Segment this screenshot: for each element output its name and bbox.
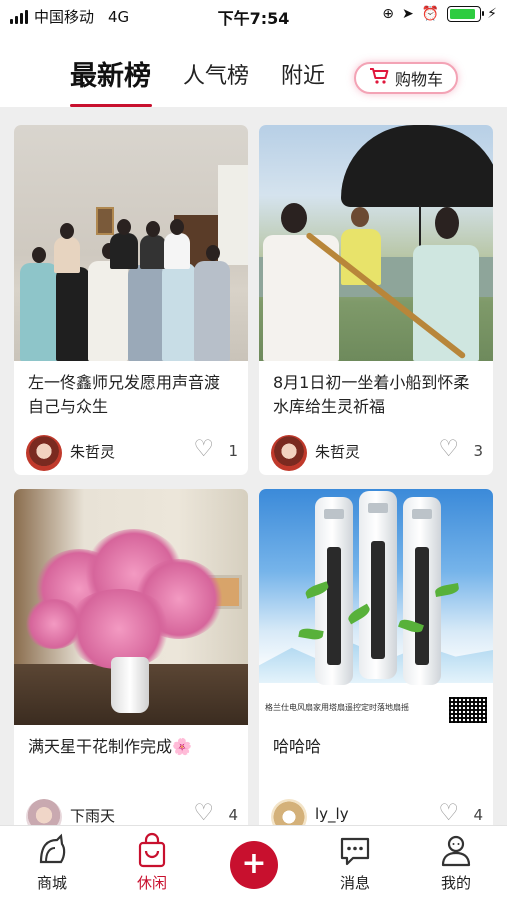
post-card[interactable]: 左一佟鑫师兄发愿用声音渡自己与众生 朱哲灵 ♡ 1 bbox=[14, 125, 248, 475]
nav-profile-label: 我的 bbox=[440, 874, 471, 892]
like-count: 3 bbox=[473, 442, 483, 460]
post-meta: 朱哲灵 ♡ 1 bbox=[14, 429, 248, 475]
tower-fans-ad-photo-image: 格兰仕电风扇家用塔扇遥控定时落地扇摇 bbox=[259, 489, 493, 725]
nav-leisure-label: 休闲 bbox=[136, 874, 167, 892]
post-meta: 朱哲灵 ♡ 3 bbox=[259, 429, 493, 475]
avatar[interactable] bbox=[26, 799, 62, 825]
qr-code-icon bbox=[449, 697, 487, 723]
battery-icon bbox=[447, 6, 485, 22]
battery-fill bbox=[450, 9, 476, 19]
post-meta: ly_ly ♡ 4 bbox=[259, 793, 493, 825]
status-right: ⊕ ➤ ⏰ ⚡ bbox=[382, 6, 497, 22]
tab-nearby[interactable]: 附近 bbox=[281, 58, 325, 90]
nav-profile[interactable]: 我的 bbox=[416, 832, 496, 893]
profile-icon bbox=[416, 832, 496, 870]
cart-icon bbox=[369, 67, 389, 89]
plus-icon: + bbox=[241, 846, 267, 881]
heart-icon[interactable]: ♡ bbox=[438, 438, 459, 461]
author-name[interactable]: 下雨天 bbox=[70, 805, 115, 825]
heart-icon[interactable]: ♡ bbox=[193, 802, 214, 825]
post-card[interactable]: 8月1日初一坐着小船到怀柔水库给生灵祈福 朱哲灵 ♡ 3 bbox=[259, 125, 493, 475]
post-title[interactable]: 满天星干花制作完成🌸 bbox=[14, 725, 248, 793]
tab-popular[interactable]: 人气榜 bbox=[183, 58, 249, 90]
like-count: 4 bbox=[228, 806, 238, 824]
cart-button-label: 购物车 bbox=[394, 70, 443, 89]
post-card[interactable]: 满天星干花制作完成🌸 下雨天 ♡ 4 bbox=[14, 489, 248, 825]
shopping-bag-icon bbox=[112, 832, 192, 870]
post-title[interactable]: 哈哈哈 bbox=[259, 725, 493, 793]
heart-icon[interactable]: ♡ bbox=[438, 802, 459, 825]
store-cat-icon bbox=[12, 832, 92, 870]
bottom-nav: 商城 休闲 + 消息 我的 bbox=[0, 825, 507, 900]
like-count: 4 bbox=[473, 806, 483, 824]
alarm-icon: ⏰ bbox=[421, 6, 440, 22]
message-icon bbox=[315, 832, 395, 870]
nav-messages[interactable]: 消息 bbox=[315, 832, 395, 893]
post-title[interactable]: 左一佟鑫师兄发愿用声音渡自己与众生 bbox=[14, 361, 248, 429]
like-count: 1 bbox=[228, 442, 238, 460]
heart-icon[interactable]: ♡ bbox=[193, 438, 214, 461]
lock-rotation-icon: ⊕ bbox=[382, 6, 394, 22]
status-bar: 中国移动 4G 下午7:54 ⊕ ➤ ⏰ ⚡ bbox=[0, 0, 507, 30]
avatar[interactable] bbox=[271, 435, 307, 471]
umbrella-boat-photo-image bbox=[259, 125, 493, 361]
cart-button[interactable]: 购物车 bbox=[354, 62, 458, 94]
author-name[interactable]: ly_ly bbox=[315, 805, 349, 823]
charging-icon: ⚡ bbox=[487, 6, 497, 22]
post-title[interactable]: 8月1日初一坐着小船到怀柔水库给生灵祈福 bbox=[259, 361, 493, 429]
avatar[interactable] bbox=[271, 799, 307, 825]
location-icon: ➤ bbox=[401, 6, 414, 22]
nav-store-label: 商城 bbox=[36, 874, 67, 892]
baby-breath-flowers-photo-image bbox=[14, 489, 248, 725]
post-feed[interactable]: 左一佟鑫师兄发愿用声音渡自己与众生 朱哲灵 ♡ 1 8月1日初一坐着小船到怀柔水… bbox=[0, 107, 507, 825]
avatar[interactable] bbox=[26, 435, 62, 471]
author-name[interactable]: 朱哲灵 bbox=[315, 441, 360, 462]
tab-latest[interactable]: 最新榜 bbox=[70, 54, 151, 93]
post-meta: 下雨天 ♡ 4 bbox=[14, 793, 248, 825]
nav-messages-label: 消息 bbox=[339, 874, 370, 892]
group-photo-image bbox=[14, 125, 248, 361]
post-card[interactable]: 格兰仕电风扇家用塔扇遥控定时落地扇摇 哈哈哈 ly_ly ♡ 4 bbox=[259, 489, 493, 825]
create-post-button[interactable]: + bbox=[230, 841, 278, 889]
nav-leisure[interactable]: 休闲 bbox=[112, 832, 192, 893]
author-name[interactable]: 朱哲灵 bbox=[70, 441, 115, 462]
nav-store[interactable]: 商城 bbox=[12, 832, 92, 893]
